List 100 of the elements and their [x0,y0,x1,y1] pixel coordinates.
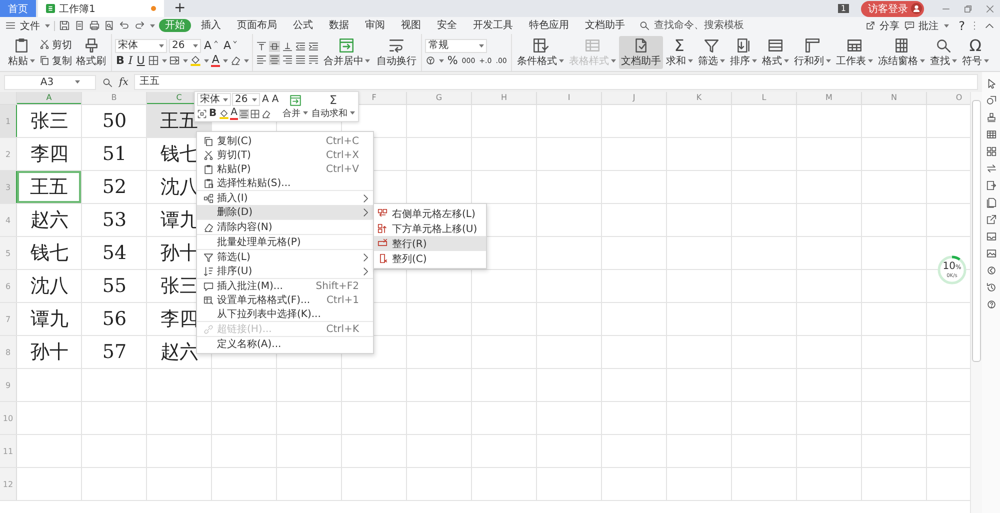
menu-item[interactable]: 粘贴(P) Ctrl+V [197,162,373,176]
menu-icon[interactable] [5,20,16,31]
share-icon[interactable] [986,214,996,225]
align-bottom-icon[interactable] [282,40,294,52]
menu-item[interactable]: 整列(C) [374,251,486,266]
bold-button[interactable]: B [115,54,126,66]
align-right-icon[interactable] [282,54,294,64]
menu-item[interactable]: 从下拉列表中选择(K)... [197,307,373,321]
font-name-field[interactable]: 宋体 [115,38,167,52]
ribbon-tab[interactable]: 特色应用 [523,19,575,32]
align-center-icon[interactable] [239,108,250,118]
ribbon-tab[interactable]: 数据 [323,19,355,32]
cell-reference-field[interactable]: A3 [4,74,96,90]
font-name-field[interactable]: 宋体 [197,93,231,106]
clipboard-small-icon[interactable] [74,20,85,31]
copy-button[interactable]: 复制 [39,54,72,68]
number-format-field[interactable]: 常规 [425,38,488,52]
wrap-text-button[interactable]: 自动换行 [374,36,418,69]
files-icon[interactable] [986,197,996,208]
comment2-icon[interactable] [904,20,915,31]
align-distributed-icon[interactable] [308,54,320,64]
align-middle-icon[interactable] [269,40,280,52]
fill-color-icon[interactable] [218,108,229,118]
merge-center-button[interactable]: 合并居中 [321,36,372,69]
function-label[interactable]: fx [119,76,128,88]
menu-item[interactable]: 剪切(T) Ctrl+X [197,148,373,162]
ribbon-tab[interactable]: 页面布局 [231,19,283,32]
format-painter-button[interactable]: 格式刷 [74,36,108,69]
ribbon-tool-button[interactable]: Ω 符号 [960,36,991,69]
shapes-icon[interactable] [986,95,996,106]
menu-item[interactable]: 插入批注(M)... Shift+F2 [197,278,373,293]
ribbon-tool-button[interactable]: 排序 [728,36,759,69]
paste-button[interactable]: 粘贴 [6,36,37,69]
cut-button[interactable]: 剪切 [39,38,72,52]
command-search-field[interactable]: 查找命令、搜索模板 [652,19,776,32]
save-icon[interactable] [59,20,70,31]
increase-font-button[interactable]: A [203,40,221,52]
menu-item[interactable]: 清除内容(N) [197,219,373,234]
menu-item[interactable]: 复制(C) Ctrl+C [197,134,373,148]
select-cell-icon[interactable] [197,108,207,118]
back-icon[interactable] [986,265,996,276]
cursor-icon[interactable] [986,78,996,89]
decrease-font-button[interactable]: A [270,94,280,105]
ribbon-tool-button[interactable]: 查找 [928,36,959,69]
increase-font-button[interactable]: A [261,94,270,105]
close-icon[interactable] [985,4,995,14]
share2-icon[interactable] [864,20,876,31]
printer-icon[interactable] [89,20,100,31]
percent-button[interactable]: % [446,54,459,66]
ribbon-tool-button[interactable]: 行和列 [792,36,833,69]
ribbon-tool-button[interactable]: Σ 求和 [664,36,695,69]
undo-icon[interactable] [119,20,130,31]
bold-button[interactable]: B [208,108,218,119]
menu-item[interactable]: 定义名称(A)... [197,336,373,351]
menu-item[interactable]: 排序(U) [197,264,373,278]
menu-item[interactable]: 筛选(L) [197,249,373,264]
indent-decrease-icon[interactable] [295,40,306,52]
ribbon-tab[interactable]: 视图 [395,19,427,32]
cell-fill-icon[interactable] [168,55,180,66]
align-center-icon[interactable] [269,54,280,64]
comment-button[interactable]: 批注 [918,18,939,32]
share-button[interactable]: 分享 [880,18,900,32]
font-color-button[interactable]: A [210,54,220,66]
file-menu[interactable]: 文件 [20,18,40,32]
ribbon-tool-button[interactable]: 冻结窗格 [876,36,927,69]
history-icon[interactable] [986,282,996,293]
table-icon[interactable] [986,129,996,140]
image-icon[interactable] [986,248,996,259]
indent-increase-icon[interactable] [308,40,320,52]
inbox-icon[interactable] [986,231,996,242]
font-size-field[interactable]: 26 [232,93,260,106]
borders-icon[interactable] [148,55,159,66]
merge-button[interactable]: 合并 [282,94,309,120]
ribbon-tool-button[interactable]: 条件格式 [514,36,566,69]
align-top-icon[interactable] [256,40,268,52]
menu-item[interactable]: 下方单元格上移(U) [374,221,486,236]
swap-icon[interactable] [986,163,996,174]
borders-icon[interactable] [250,108,260,118]
ribbon-tab[interactable]: 审阅 [359,19,391,32]
align-left-icon[interactable] [256,54,268,64]
document-tab[interactable]: 首页 [0,0,36,17]
ribbon-tab[interactable]: 文档助手 [579,19,631,32]
decrease-font-button[interactable]: A [222,40,240,52]
document-tab[interactable]: 工作簿1 [38,0,164,17]
eraser-icon[interactable] [230,55,242,66]
search-icon[interactable] [102,76,113,88]
redo-icon[interactable] [134,20,145,31]
ribbon-tool-button[interactable]: 文档助手 [618,36,663,69]
menu-item[interactable]: 设置单元格格式(F)... Ctrl+1 [197,293,373,307]
notification-badge[interactable]: 1 [838,4,849,13]
scrollbar[interactable] [970,92,982,513]
underline-button[interactable]: U [136,54,146,66]
fill-color-icon[interactable] [190,55,201,66]
help-button[interactable]: ? [958,18,965,32]
ribbon-tool-button[interactable]: 筛选 [696,36,727,69]
ribbon-tab[interactable]: 插入 [195,19,227,32]
stamp-icon[interactable] [986,112,996,123]
login-button[interactable]: 访客登录 [861,0,924,16]
restore-icon[interactable] [963,4,973,14]
ribbon-tool-button[interactable]: 格式 [760,36,791,69]
